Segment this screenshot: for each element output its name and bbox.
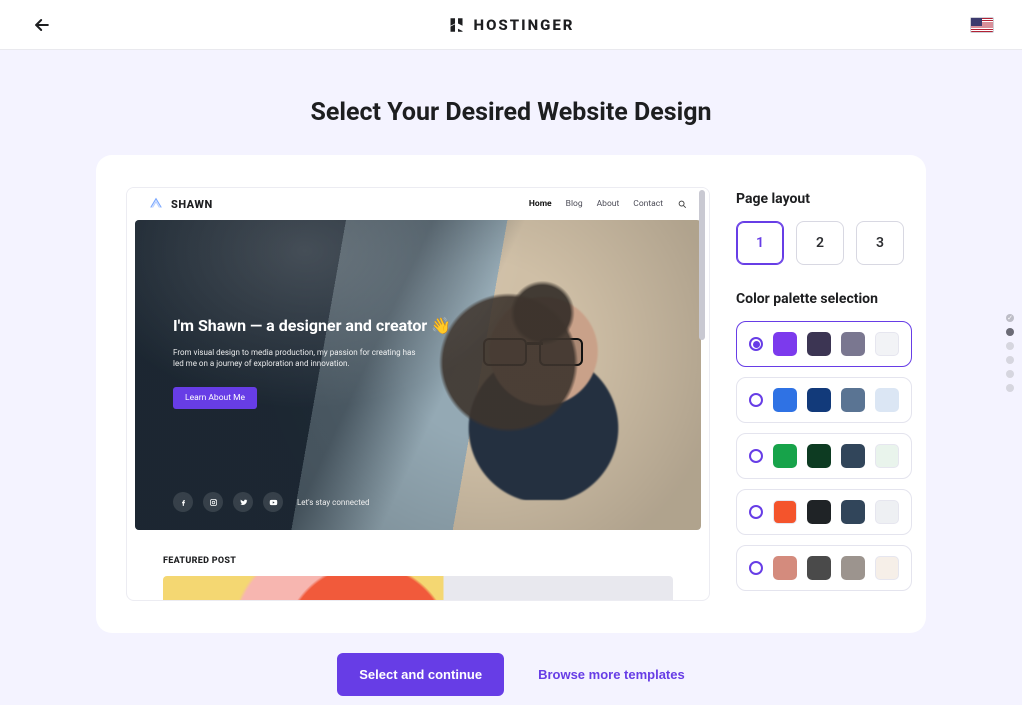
arrow-left-icon — [32, 15, 52, 35]
preview-stay-connected: Let's stay connected — [297, 498, 370, 507]
radio-icon — [749, 449, 763, 463]
step-dot-4 — [1006, 356, 1014, 364]
step-dot-2 — [1006, 328, 1014, 336]
palette-option-5[interactable] — [736, 545, 912, 591]
page-title: Select Your Desired Website Design — [0, 98, 1022, 127]
radio-icon — [749, 393, 763, 407]
brand-text: HOSTINGER — [474, 16, 575, 34]
palette-label: Color palette selection — [736, 291, 912, 307]
search-icon — [677, 199, 687, 209]
preview-nav-blog: Blog — [566, 199, 583, 209]
color-swatch — [773, 388, 797, 412]
step-dot-5 — [1006, 370, 1014, 378]
color-swatch — [875, 388, 899, 412]
preview-hero: I'm Shawn — a designer and creator 👋 Fro… — [135, 220, 701, 530]
color-swatch — [875, 444, 899, 468]
select-continue-button[interactable]: Select and continue — [337, 653, 504, 696]
step-progress — [1006, 314, 1014, 392]
radio-icon — [749, 561, 763, 575]
color-swatch — [875, 332, 899, 356]
brand-logo: HOSTINGER — [448, 16, 575, 34]
design-card: SHAWN Home Blog About Contact I'm Shawn … — [96, 155, 926, 633]
browse-templates-link[interactable]: Browse more templates — [538, 667, 685, 682]
youtube-icon — [263, 492, 283, 512]
color-swatch — [773, 500, 797, 524]
layout-option-3[interactable]: 3 — [856, 221, 904, 265]
preview-scrollbar[interactable] — [699, 190, 707, 598]
radio-icon — [749, 337, 763, 351]
color-swatch — [807, 556, 831, 580]
preview-hero-cta: Learn About Me — [173, 387, 257, 409]
preview-hero-glasses — [483, 338, 583, 364]
preview-nav-contact: Contact — [633, 199, 663, 209]
color-swatch — [807, 444, 831, 468]
step-dot-6 — [1006, 384, 1014, 392]
preview-nav-home: Home — [529, 199, 552, 209]
template-preview[interactable]: SHAWN Home Blog About Contact I'm Shawn … — [126, 187, 710, 601]
radio-icon — [749, 505, 763, 519]
preview-nav-links: Home Blog About Contact — [529, 199, 687, 209]
color-swatch — [773, 444, 797, 468]
color-swatch — [773, 556, 797, 580]
color-swatch — [841, 444, 865, 468]
palette-option-2[interactable] — [736, 377, 912, 423]
color-swatch — [841, 500, 865, 524]
layout-label: Page layout — [736, 191, 912, 207]
preview-nav: SHAWN Home Blog About Contact — [127, 188, 709, 220]
color-swatch — [773, 332, 797, 356]
color-swatch — [807, 332, 831, 356]
back-button[interactable] — [28, 11, 56, 39]
palette-option-3[interactable] — [736, 433, 912, 479]
preview-featured-label: FEATURED POST — [163, 556, 709, 566]
color-swatch — [875, 500, 899, 524]
preview-logo-icon — [149, 197, 163, 211]
instagram-icon — [203, 492, 223, 512]
palette-option-4[interactable] — [736, 489, 912, 535]
hostinger-icon — [448, 16, 466, 34]
color-swatch — [841, 332, 865, 356]
step-dot-1 — [1006, 314, 1014, 322]
step-dot-3 — [1006, 342, 1014, 350]
color-swatch — [807, 500, 831, 524]
preview-hero-person — [446, 260, 641, 500]
options-panel: Page layout 123 Color palette selection — [736, 187, 912, 605]
preview-site-logo: SHAWN — [149, 197, 213, 211]
preview-hero-sub: From visual design to media production, … — [173, 347, 423, 369]
twitter-icon — [233, 492, 253, 512]
preview-featured-image — [163, 576, 673, 601]
color-swatch — [807, 388, 831, 412]
preview-hero-headline: I'm Shawn — a designer and creator 👋 — [173, 316, 451, 335]
preview-site-name: SHAWN — [171, 198, 213, 211]
color-swatch — [875, 556, 899, 580]
color-swatch — [841, 556, 865, 580]
palette-option-1[interactable] — [736, 321, 912, 367]
locale-flag-us[interactable] — [970, 17, 994, 33]
preview-nav-about: About — [597, 199, 620, 209]
color-swatch — [841, 388, 865, 412]
layout-option-1[interactable]: 1 — [736, 221, 784, 265]
facebook-icon — [173, 492, 193, 512]
layout-option-2[interactable]: 2 — [796, 221, 844, 265]
